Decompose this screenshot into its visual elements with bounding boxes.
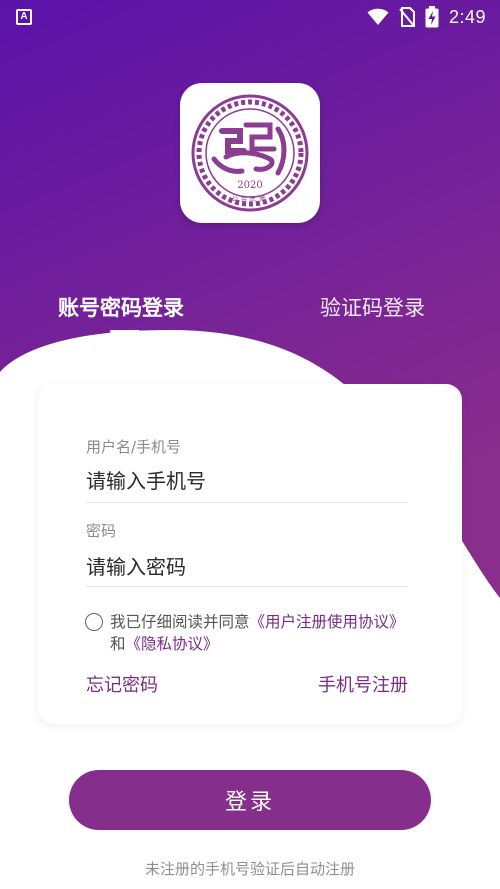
login-form-card: 用户名/手机号 密码 我已仔细阅读并同意《用户注册使用协议》和《隐私协议》 忘记… (38, 384, 462, 724)
tab-account-password-login[interactable]: 账号密码登录 (58, 292, 184, 322)
forgot-password-link[interactable]: 忘记密码 (86, 671, 158, 697)
agreement-radio[interactable] (85, 613, 103, 631)
logo-caption: 公共民博 (232, 195, 268, 203)
password-input[interactable] (86, 550, 408, 584)
app-logo: 2020 公共民博 (180, 83, 320, 223)
tab-verification-code-login[interactable]: 验证码登录 (320, 292, 425, 322)
privacy-policy-link[interactable]: 《隐私协议》 (126, 635, 219, 653)
auto-register-note: 未注册的手机号验证后自动注册 (144, 860, 355, 878)
no-sim-icon (399, 7, 415, 27)
status-icons: 2:49 (367, 4, 486, 30)
status-time: 2:49 (448, 6, 486, 27)
agreement-text: 我已仔细阅读并同意《用户注册使用协议》和《隐私协议》 (110, 611, 410, 655)
password-label: 密码 (86, 522, 117, 540)
username-underline (86, 502, 408, 503)
password-underline (86, 586, 408, 587)
username-input[interactable] (86, 464, 408, 498)
status-bar: A 2:49 (0, 0, 500, 34)
notification-app-icon: A (16, 9, 32, 25)
user-agreement-link[interactable]: 《用户注册使用协议》 (250, 613, 405, 631)
phone-register-link[interactable]: 手机号注册 (318, 671, 408, 697)
logo-year: 2020 (237, 180, 262, 191)
battery-charging-icon (425, 6, 439, 28)
agreement-conjunction: 和 (110, 635, 126, 653)
username-label: 用户名/手机号 (86, 438, 182, 456)
museum-logo-icon: 2020 公共民博 (191, 94, 309, 212)
active-tab-indicator (110, 330, 140, 333)
login-button[interactable]: 登录 (69, 770, 431, 830)
agreement-prefix: 我已仔细阅读并同意 (110, 613, 250, 631)
wifi-icon (367, 8, 389, 25)
